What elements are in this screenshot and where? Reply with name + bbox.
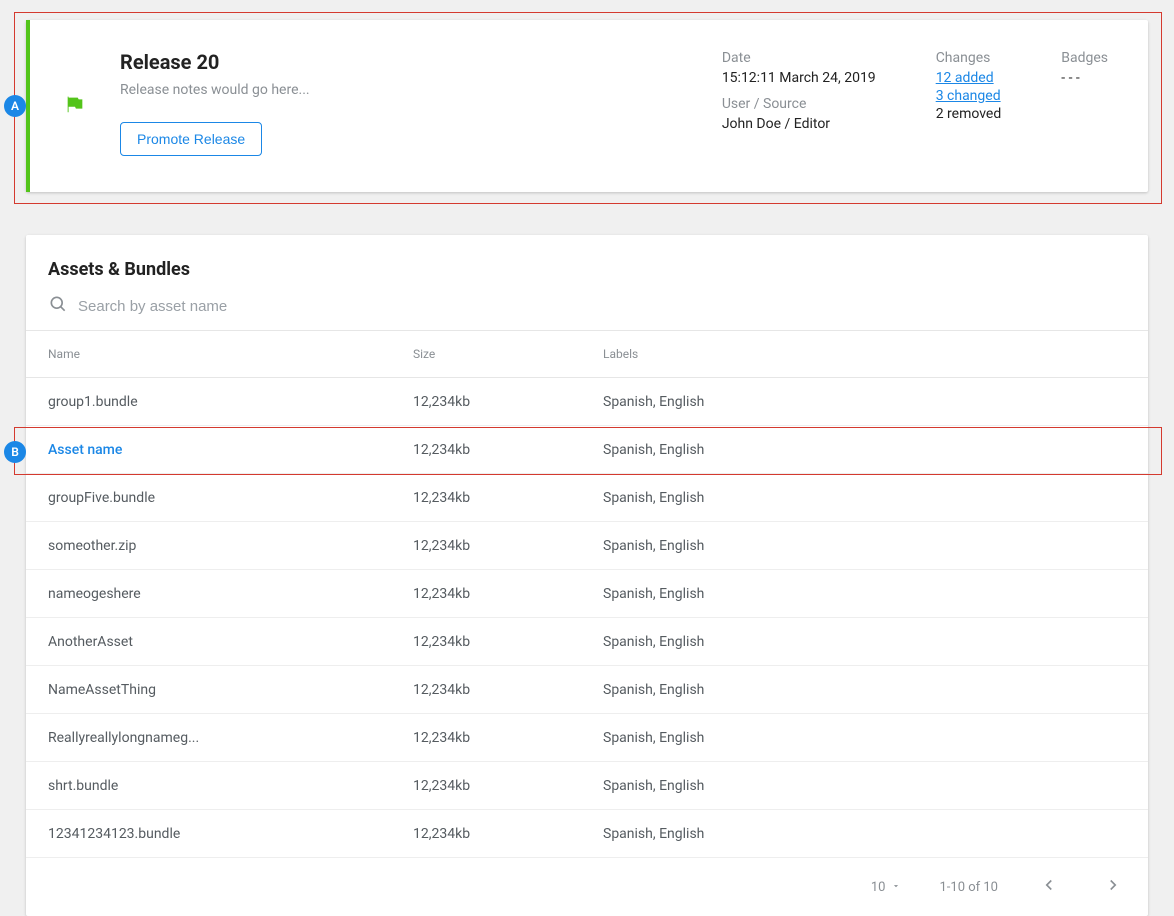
asset-labels: Spanish, English: [603, 778, 1126, 794]
table-row[interactable]: someother.zip12,234kbSpanish, English: [26, 522, 1148, 570]
asset-name: nameogeshere: [48, 586, 413, 602]
table-row[interactable]: nameogeshere12,234kbSpanish, English: [26, 570, 1148, 618]
asset-labels: Spanish, English: [603, 442, 1126, 458]
asset-name: Reallyreallylongnameg...: [48, 730, 413, 746]
table-footer: 10 1-10 of 10: [26, 858, 1148, 916]
meta-date-user: Date 15:12:11 March 24, 2019 User / Sour…: [722, 50, 876, 192]
asset-name: someother.zip: [48, 538, 413, 554]
release-notes: Release notes would go here...: [120, 82, 722, 98]
asset-size: 12,234kb: [413, 586, 603, 602]
release-title: Release 20: [120, 50, 722, 74]
col-header-size[interactable]: Size: [413, 347, 603, 361]
search-input[interactable]: [78, 298, 1126, 315]
asset-labels: Spanish, English: [603, 682, 1126, 698]
asset-labels: Spanish, English: [603, 634, 1126, 650]
annotation-badge-b: B: [4, 441, 26, 463]
table-row[interactable]: AnotherAsset12,234kbSpanish, English: [26, 618, 1148, 666]
flag-icon: [64, 93, 86, 119]
asset-labels: Spanish, English: [603, 490, 1126, 506]
date-label: Date: [722, 50, 876, 66]
asset-name: 12341234123.bundle: [48, 826, 413, 842]
table-row[interactable]: group1.bundle12,234kbSpanish, English: [26, 378, 1148, 426]
asset-name: shrt.bundle: [48, 778, 413, 794]
table-row[interactable]: NameAssetThing12,234kbSpanish, English: [26, 666, 1148, 714]
release-meta: Date 15:12:11 March 24, 2019 User / Sour…: [722, 20, 1148, 192]
annotation-badge-a: A: [4, 95, 26, 117]
assets-card: Assets & Bundles Name Size Labels group1…: [26, 235, 1148, 916]
table-row[interactable]: groupFive.bundle12,234kbSpanish, English: [26, 474, 1148, 522]
changes-changed-link[interactable]: 3 changed: [936, 88, 1002, 104]
assets-table: Name Size Labels group1.bundle12,234kbSp…: [26, 330, 1148, 916]
asset-name: group1.bundle: [48, 394, 413, 410]
table-body: group1.bundle12,234kbSpanish, EnglishAss…: [26, 378, 1148, 858]
chevron-down-icon: [891, 880, 901, 895]
table-row[interactable]: Reallyreallylongnameg...12,234kbSpanish,…: [26, 714, 1148, 762]
user-label: User / Source: [722, 96, 876, 112]
asset-size: 12,234kb: [413, 538, 603, 554]
page-size-selector[interactable]: 10: [871, 880, 902, 895]
asset-size: 12,234kb: [413, 442, 603, 458]
pagination-range: 1-10 of 10: [939, 880, 998, 895]
badges-label: Badges: [1061, 50, 1108, 66]
search-icon: [48, 294, 68, 318]
table-row[interactable]: 12341234123.bundle12,234kbSpanish, Engli…: [26, 810, 1148, 858]
assets-title: Assets & Bundles: [48, 259, 1126, 280]
prev-page-button[interactable]: [1036, 872, 1062, 902]
meta-changes: Changes 12 added 3 changed 2 removed: [936, 50, 1002, 192]
asset-labels: Spanish, English: [603, 826, 1126, 842]
asset-name: NameAssetThing: [48, 682, 413, 698]
asset-size: 12,234kb: [413, 826, 603, 842]
changes-added-link[interactable]: 12 added: [936, 70, 1002, 86]
col-header-name[interactable]: Name: [48, 347, 413, 361]
asset-labels: Spanish, English: [603, 586, 1126, 602]
asset-size: 12,234kb: [413, 778, 603, 794]
search-row: [48, 294, 1126, 318]
asset-labels: Spanish, English: [603, 394, 1126, 410]
badges-value: - - -: [1061, 70, 1108, 86]
date-value: 15:12:11 March 24, 2019: [722, 70, 876, 86]
asset-name: Asset name: [48, 442, 413, 458]
assets-header: Assets & Bundles: [26, 235, 1148, 330]
asset-name: AnotherAsset: [48, 634, 413, 650]
asset-labels: Spanish, English: [603, 538, 1126, 554]
asset-size: 12,234kb: [413, 730, 603, 746]
release-main: Release 20 Release notes would go here..…: [120, 20, 722, 192]
table-header: Name Size Labels: [26, 330, 1148, 378]
page-size-value: 10: [871, 880, 886, 895]
changes-removed: 2 removed: [936, 106, 1002, 122]
asset-name: groupFive.bundle: [48, 490, 413, 506]
asset-size: 12,234kb: [413, 682, 603, 698]
asset-labels: Spanish, English: [603, 730, 1126, 746]
user-value: John Doe / Editor: [722, 116, 876, 132]
changes-label: Changes: [936, 50, 1002, 66]
table-row[interactable]: Asset name12,234kbSpanish, English: [26, 426, 1148, 474]
release-icon-area: [30, 20, 120, 192]
meta-badges: Badges - - -: [1061, 50, 1108, 192]
table-row[interactable]: shrt.bundle12,234kbSpanish, English: [26, 762, 1148, 810]
asset-size: 12,234kb: [413, 394, 603, 410]
col-header-labels[interactable]: Labels: [603, 347, 1126, 361]
promote-release-button[interactable]: Promote Release: [120, 122, 262, 156]
release-card: Release 20 Release notes would go here..…: [26, 20, 1148, 192]
asset-size: 12,234kb: [413, 490, 603, 506]
asset-size: 12,234kb: [413, 634, 603, 650]
next-page-button[interactable]: [1100, 872, 1126, 902]
